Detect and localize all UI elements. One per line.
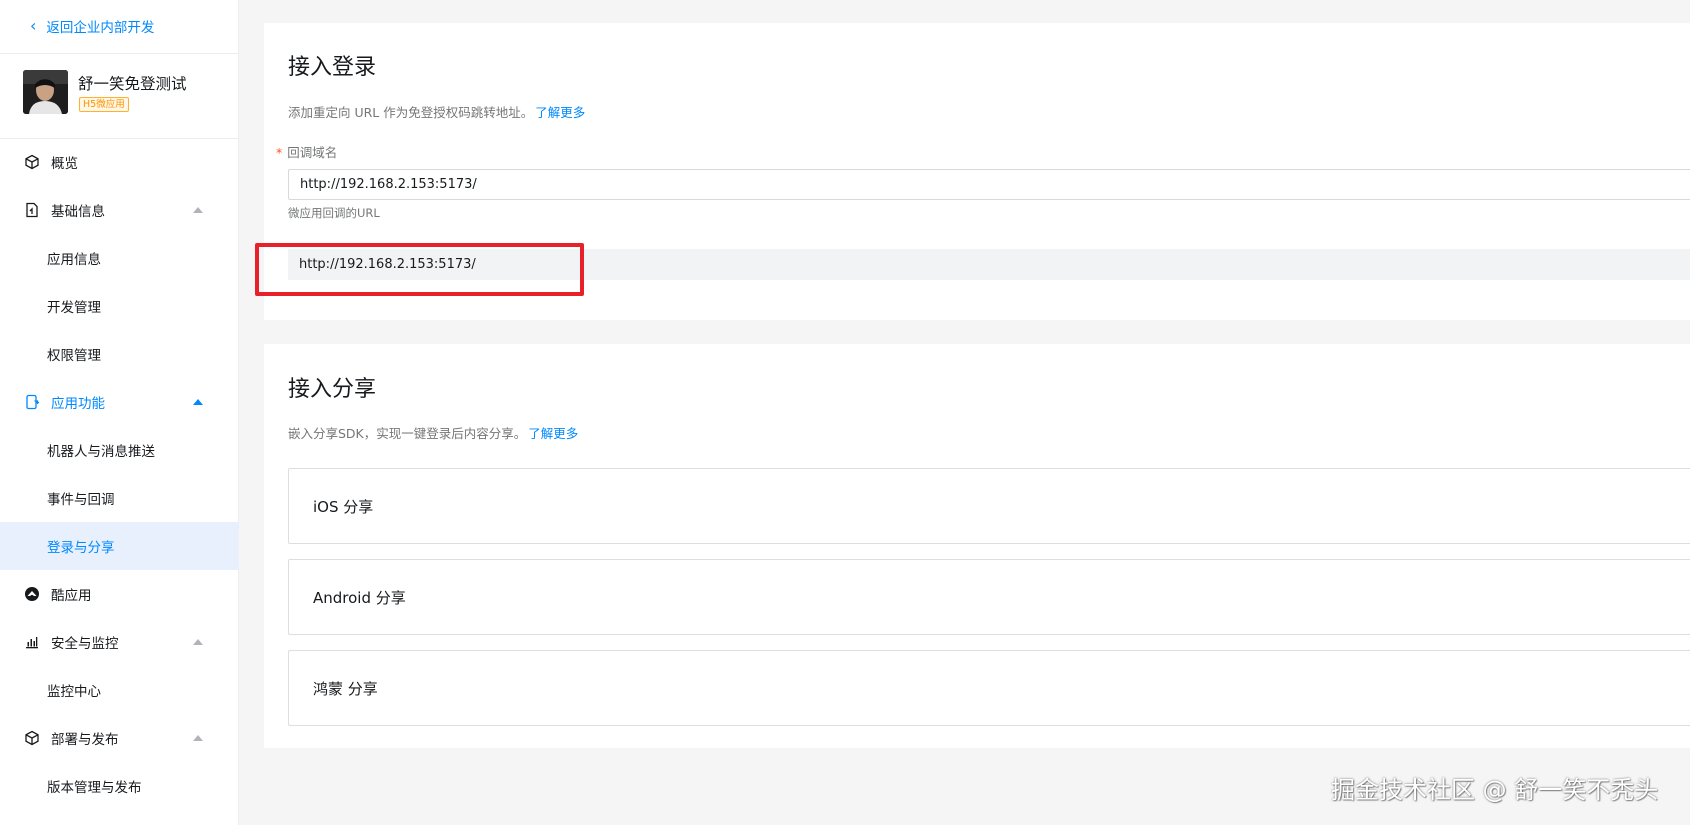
learn-more-link[interactable]: 了解更多 bbox=[535, 105, 585, 120]
sidebar-item-label: 开发管理 bbox=[47, 300, 101, 316]
share-item-label: iOS 分享 bbox=[313, 497, 374, 516]
app-type-badge: H5微应用 bbox=[79, 97, 129, 112]
bar-chart-icon bbox=[24, 634, 40, 650]
phone-feature-icon bbox=[24, 394, 40, 410]
saved-url-row: http://192.168.2.153:5173/ bbox=[288, 249, 1690, 280]
caret-up-icon[interactable] bbox=[193, 639, 203, 645]
sidebar-item-app-info[interactable]: 应用信息 bbox=[0, 234, 239, 282]
description-text: 嵌入分享SDK，实现一键登录后内容分享。 bbox=[288, 426, 527, 441]
sidebar-item-security[interactable]: 安全与监控 bbox=[0, 618, 239, 666]
sidebar-item-permissions[interactable]: 权限管理 bbox=[0, 330, 239, 378]
sidebar-item-label: 部署与发布 bbox=[51, 732, 119, 748]
watermark: 掘金技术社区 @ 舒一笑不秃头 bbox=[1331, 776, 1659, 804]
sidebar-item-login-share[interactable]: 登录与分享 bbox=[0, 522, 239, 570]
share-item-label: Android 分享 bbox=[313, 588, 406, 607]
sidebar-item-label: 权限管理 bbox=[47, 348, 101, 364]
sidebar-item-events-callbacks[interactable]: 事件与回调 bbox=[0, 474, 239, 522]
login-section-description: 添加重定向 URL 作为免登授权码跳转地址。 了解更多 bbox=[288, 102, 585, 121]
sidebar-item-label: 概览 bbox=[51, 156, 78, 172]
sidebar-item-label: 机器人与消息推送 bbox=[47, 444, 155, 460]
callback-domain-label: * 回调域名 bbox=[276, 142, 337, 161]
sidebar-item-bot-messages[interactable]: 机器人与消息推送 bbox=[0, 426, 239, 474]
cool-app-icon bbox=[24, 586, 40, 602]
learn-more-link[interactable]: 了解更多 bbox=[528, 426, 578, 441]
back-link-label: 返回企业内部开发 bbox=[46, 20, 155, 36]
sidebar-item-label: 事件与回调 bbox=[47, 492, 115, 508]
sidebar-item-label: 应用功能 bbox=[51, 396, 105, 412]
share-section-title: 接入分享 bbox=[288, 377, 377, 402]
caret-up-icon[interactable] bbox=[193, 207, 203, 213]
sidebar-item-label: 应用信息 bbox=[47, 252, 101, 268]
sidebar-item-cool-app[interactable]: 酷应用 bbox=[0, 570, 239, 618]
sidebar-item-label: 版本管理与发布 bbox=[47, 780, 142, 796]
app-card: 舒一笑免登测试 H5微应用 bbox=[23, 70, 233, 116]
sidebar-item-app-features[interactable]: 应用功能 bbox=[0, 378, 239, 426]
sidebar-item-label: 登录与分享 bbox=[47, 540, 115, 556]
sidebar-item-label: 安全与监控 bbox=[51, 636, 119, 652]
cube-icon bbox=[24, 154, 40, 170]
divider bbox=[0, 53, 239, 54]
share-item-label: 鸿蒙 分享 bbox=[313, 679, 378, 698]
sidebar-item-basic-info[interactable]: 基础信息 bbox=[0, 186, 239, 234]
sidebar-item-label: 基础信息 bbox=[51, 204, 105, 220]
chevron-left-icon: ‹ bbox=[30, 16, 37, 35]
sidebar-item-overview[interactable]: 概览 bbox=[0, 138, 239, 186]
sidebar-item-monitoring-center[interactable]: 监控中心 bbox=[0, 666, 239, 714]
sidebar: ‹ 返回企业内部开发 舒一笑免登测试 H5微应用 概览 基础信息 应用信息 开发… bbox=[0, 0, 239, 825]
field-label-text: 回调域名 bbox=[287, 145, 338, 160]
callback-domain-input[interactable]: http://192.168.2.153:5173/ bbox=[288, 169, 1690, 200]
harmony-share-item[interactable]: 鸿蒙 分享 bbox=[288, 650, 1690, 726]
sidebar-item-dev-management[interactable]: 开发管理 bbox=[0, 282, 239, 330]
sidebar-item-label: 监控中心 bbox=[47, 684, 101, 700]
sidebar-item-version-release[interactable]: 版本管理与发布 bbox=[0, 762, 239, 810]
share-section-description: 嵌入分享SDK，实现一键登录后内容分享。 了解更多 bbox=[288, 423, 578, 442]
ios-share-item[interactable]: iOS 分享 bbox=[288, 468, 1690, 544]
login-section-title: 接入登录 bbox=[288, 55, 377, 80]
android-share-item[interactable]: Android 分享 bbox=[288, 559, 1690, 635]
required-mark: * bbox=[276, 145, 283, 160]
sidebar-item-deploy[interactable]: 部署与发布 bbox=[0, 714, 239, 762]
callback-domain-value: http://192.168.2.153:5173/ bbox=[300, 177, 477, 192]
caret-up-icon[interactable] bbox=[193, 735, 203, 741]
cube-icon bbox=[24, 730, 40, 746]
avatar bbox=[23, 70, 68, 114]
saved-url-text: http://192.168.2.153:5173/ bbox=[299, 257, 476, 272]
sidebar-item-label: 酷应用 bbox=[51, 588, 92, 604]
back-link[interactable]: ‹ 返回企业内部开发 bbox=[30, 16, 155, 37]
share-card: 接入分享 嵌入分享SDK，实现一键登录后内容分享。 了解更多 iOS 分享 And… bbox=[264, 344, 1690, 748]
callback-domain-hint: 微应用回调的URL bbox=[288, 206, 380, 220]
description-text: 添加重定向 URL 作为免登授权码跳转地址。 bbox=[288, 105, 534, 120]
document-icon bbox=[24, 202, 40, 218]
app-name: 舒一笑免登测试 bbox=[78, 75, 187, 93]
login-card: 接入登录 添加重定向 URL 作为免登授权码跳转地址。 了解更多 * 回调域名 ht… bbox=[264, 23, 1690, 320]
caret-up-icon[interactable] bbox=[193, 399, 203, 405]
